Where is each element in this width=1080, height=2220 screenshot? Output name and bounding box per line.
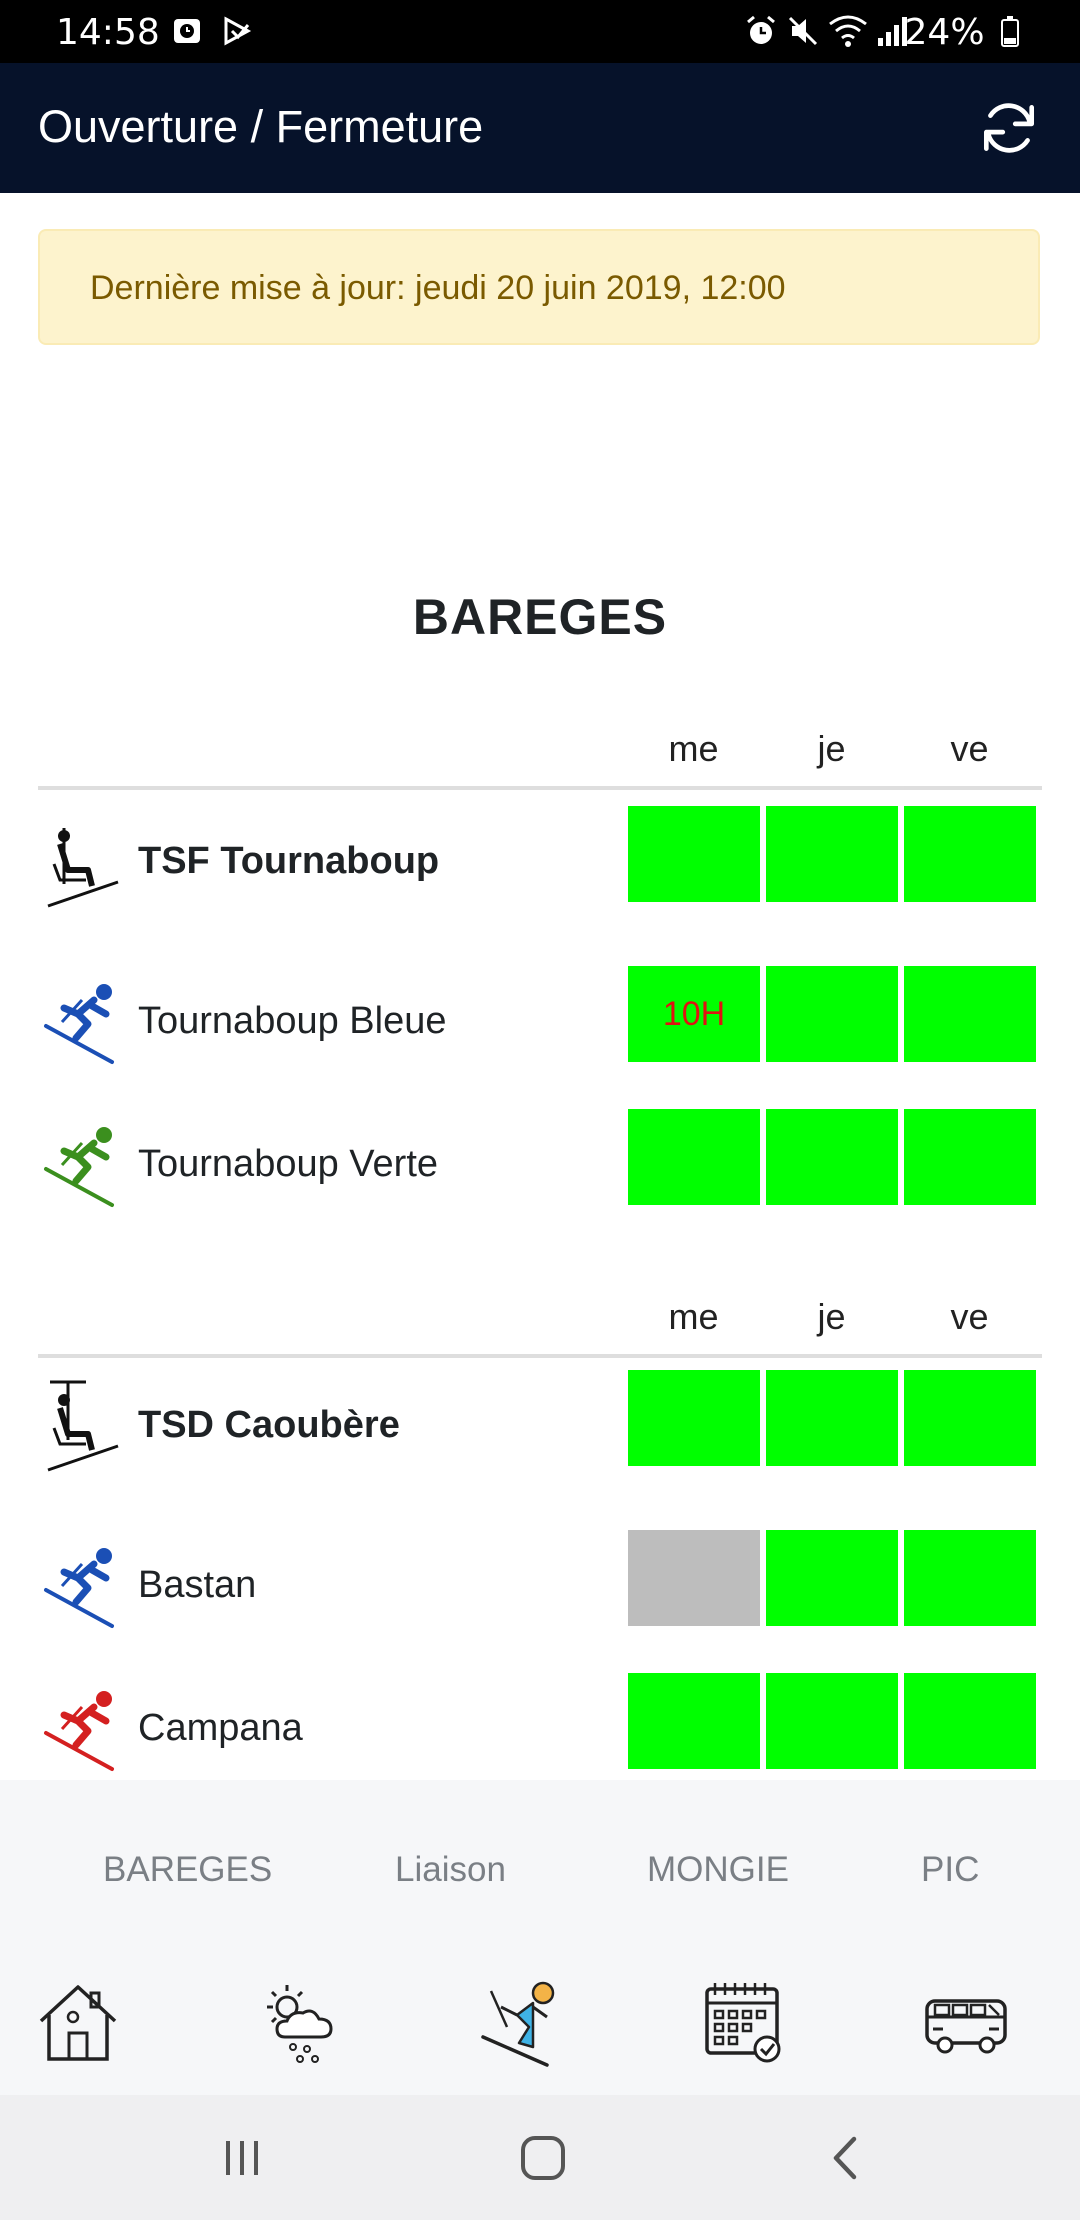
status-bar: 14:58 24%	[0, 0, 1080, 63]
skier-blue-icon	[44, 984, 114, 1064]
skier-red-icon	[44, 1691, 114, 1771]
skier-green-icon	[44, 1127, 114, 1207]
status-cell-open	[766, 1370, 898, 1466]
status-cell-open	[904, 806, 1036, 902]
tab-pic[interactable]: PIC	[921, 1850, 979, 1890]
battery-icon	[1001, 16, 1019, 47]
status-cell-closed	[628, 1530, 760, 1626]
status-cell-open	[628, 1109, 760, 1205]
run-name: Tournaboup Bleue	[138, 1000, 447, 1042]
battery-percent: 24%	[905, 12, 1020, 53]
refresh-icon[interactable]	[976, 95, 1042, 161]
run-row[interactable]: Tournaboup Verte	[38, 1109, 1042, 1229]
status-cell-open	[766, 1530, 898, 1626]
run-name: Campana	[138, 1707, 303, 1749]
chairlift-icon	[47, 828, 119, 908]
day-header: me je ve	[38, 1290, 1042, 1358]
home-button-icon[interactable]	[518, 2133, 568, 2183]
status-cell-open	[904, 1109, 1036, 1205]
status-cell-open	[904, 966, 1036, 1062]
recent-apps-icon[interactable]	[220, 2133, 264, 2183]
status-cell-open	[904, 1370, 1036, 1466]
sector-tabs: BAREGES Liaison MONGIE PIC	[0, 1780, 1080, 1955]
back-icon[interactable]	[826, 2133, 866, 2183]
status-cell-open	[766, 1109, 898, 1205]
ski-icon[interactable]	[477, 1977, 567, 2067]
run-row[interactable]: Tournaboup Bleue 10H	[38, 966, 1042, 1086]
bottom-nav	[0, 1955, 1080, 2095]
day-label: je	[817, 1296, 846, 1337]
tab-liaison[interactable]: Liaison	[395, 1850, 506, 1890]
status-cell-open: 10H	[628, 966, 760, 1062]
tab-mongie[interactable]: MONGIE	[647, 1850, 789, 1890]
status-cell-open	[904, 1530, 1036, 1626]
status-cell-open	[628, 1673, 760, 1769]
status-time: 14:58	[56, 12, 160, 53]
status-cell-open	[628, 1370, 760, 1466]
lift-name: TSF Tournaboup	[138, 840, 440, 882]
play-store-icon	[224, 16, 252, 46]
home-icon[interactable]	[33, 1977, 123, 2067]
calendar-icon[interactable]	[699, 1977, 789, 2067]
bus-icon[interactable]	[921, 1977, 1011, 2067]
alarm-icon	[747, 15, 775, 44]
day-label: me	[668, 1296, 719, 1337]
status-cell-open	[904, 1673, 1036, 1769]
alarm-app-icon	[174, 19, 200, 43]
resort-title: BAREGES	[412, 589, 668, 645]
run-row[interactable]: Campana	[38, 1673, 1042, 1780]
run-row[interactable]: Bastan	[38, 1530, 1042, 1650]
page-title: Ouverture / Fermeture	[38, 101, 484, 152]
chairlift-icon	[47, 1380, 119, 1472]
lift-name: TSD Caoubère	[138, 1404, 400, 1446]
day-label: je	[817, 728, 846, 769]
status-cell-open	[766, 1673, 898, 1769]
status-cell-open	[766, 806, 898, 902]
weather-icon[interactable]	[255, 1977, 345, 2067]
skier-blue-icon	[44, 1548, 114, 1628]
day-label: ve	[950, 1296, 989, 1337]
status-cell-open	[766, 966, 898, 1062]
lift-row[interactable]: TSF Tournaboup	[38, 806, 1042, 926]
day-label: me	[668, 728, 719, 769]
run-name: Bastan	[138, 1564, 257, 1606]
system-nav-bar	[0, 2095, 1080, 2220]
wifi-icon	[829, 15, 867, 47]
day-header: me je ve	[38, 722, 1042, 790]
tab-bareges[interactable]: BAREGES	[103, 1850, 272, 1890]
day-label: ve	[950, 728, 989, 769]
lift-row[interactable]: TSD Caoubère	[38, 1370, 1042, 1490]
lift-group-2: me je ve TSD Caoubère Bastan Campana	[38, 1290, 1042, 1771]
app-bar: Ouverture / Fermeture	[0, 63, 1080, 193]
status-cell-open	[628, 806, 760, 902]
run-name: Tournaboup Verte	[138, 1143, 439, 1185]
lift-group-1: me je ve TSF Tournaboup Tournaboup Bleue…	[38, 722, 1042, 1207]
last-update-text: Dernière mise à jour: jeudi 20 juin 2019…	[90, 269, 786, 307]
mute-icon	[788, 16, 818, 46]
last-update-alert: Dernière mise à jour: jeudi 20 juin 2019…	[38, 229, 1040, 345]
